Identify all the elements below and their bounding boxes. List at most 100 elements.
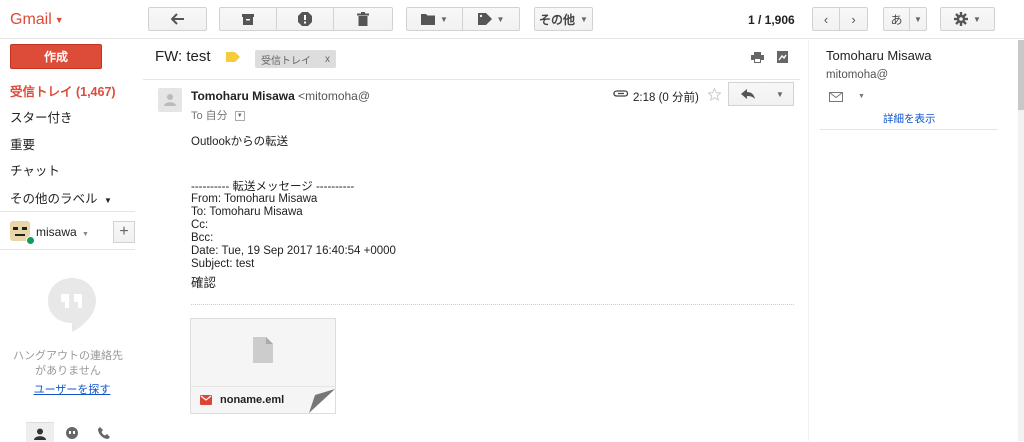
label-chip-inbox: 受信トレイ x [255,50,336,68]
account-menu[interactable]: misawa ▼ [36,225,89,239]
divider [0,249,135,250]
sidebar-item-starred[interactable]: スター付き [10,107,73,126]
forward-subject: Subject: test [191,258,255,270]
plus-icon: + [119,223,129,240]
forward-to: To: Tomoharu Misawa [191,206,303,218]
input-tools-button[interactable]: あ [883,7,910,31]
sender-name: Tomoharu Misawa [191,89,295,103]
quote-bubble-icon [66,427,78,439]
forward-bcc: Bcc: [191,232,214,244]
pager-count: 1 / 1,906 [748,13,795,27]
star-icon[interactable] [708,88,721,101]
attachment-name: noname.eml [220,394,285,406]
attachment-clip-icon [613,90,629,97]
input-tools-label: あ [890,12,903,27]
top-toolbar: Gmail ▼ ▼ ▼ その他 ▼ 1 / 1,906 ‹ › あ ▼ ▼ [0,0,1024,39]
more-button[interactable]: その他 ▼ [534,7,593,31]
newer-button[interactable]: ‹ [812,7,840,31]
label-chip-text: 受信トレイ [261,55,311,67]
tab-hangouts[interactable] [58,422,86,441]
forward-header: ---------- 転送メッセージ ---------- [191,181,355,193]
back-button[interactable] [148,7,207,31]
labels-button[interactable]: ▼ [463,7,520,31]
avatar-mouth [15,234,25,236]
report-spam-icon [298,12,312,26]
older-button[interactable]: › [840,7,868,31]
body-text: 確認 [191,276,217,290]
move-to-button[interactable]: ▼ [406,7,463,31]
chevron-down-icon: ▼ [914,14,922,24]
account-name: misawa [36,225,77,239]
chevron-down-icon: ▼ [82,231,89,238]
divider [0,211,135,212]
gear-icon [954,12,969,26]
reply-button[interactable] [728,82,768,106]
sender-avatar[interactable] [158,88,182,112]
chevron-down-icon: ▼ [54,14,64,25]
chevron-down-icon: ▼ [104,196,112,205]
tab-contacts[interactable] [26,422,54,442]
file-icon [253,337,273,363]
recipients-line[interactable]: To 自分 ▼ [191,107,245,123]
scrollbar-thumb[interactable] [1018,40,1024,110]
person-icon [164,94,176,106]
folder-icon [421,14,436,25]
tab-phone[interactable] [90,422,118,441]
show-details-link[interactable]: 詳細を表示 [883,111,936,126]
online-status-icon [26,236,35,245]
show-details-icon[interactable]: ▼ [234,111,245,122]
new-window-icon[interactable] [777,51,788,63]
chevron-down-icon: ▼ [440,14,448,24]
compose-label: 作成 [43,50,68,64]
scrollbar[interactable] [1018,40,1024,441]
phone-icon [98,427,110,439]
print-icon[interactable] [751,52,764,63]
attachments-divider [191,304,794,305]
divider [143,79,800,80]
arrow-back-icon [170,13,184,25]
sender-line[interactable]: Tomoharu Misawa <mitomoha@ [191,89,370,103]
label-icon [477,13,492,25]
sidebar-item-label: その他のラベル [10,192,98,206]
input-tools-menu-button[interactable]: ▼ [910,7,927,31]
gmail-menu[interactable]: Gmail ▼ [10,11,64,29]
chevron-down-icon: ▼ [580,14,588,24]
sidebar-item-inbox[interactable]: 受信トレイ (1,467) [10,81,116,100]
attachment-card[interactable]: noname.eml [190,318,336,414]
person-icon [34,428,46,440]
forward-from: From: Tomoharu Misawa [191,193,318,205]
delete-button[interactable] [334,7,393,31]
email-file-icon [200,395,212,405]
forward-date: Date: Tue, 19 Sep 2017 16:40:54 +0000 [191,245,396,257]
forward-cc: Cc: [191,219,209,231]
sidebar-item-important[interactable]: 重要 [10,134,35,153]
sender-email: <mitomoha@ [298,89,371,103]
archive-icon [242,13,254,25]
message-time: 2:18 (0 分前) [633,92,699,104]
find-people-link[interactable]: ユーザーを探す [8,381,136,397]
contact-name: Tomoharu Misawa [826,48,932,63]
remove-label-button[interactable]: x [325,54,330,65]
body-intro: Outlookからの転送 [191,136,289,148]
chevron-down-icon: ▼ [973,14,981,24]
chevron-down-icon: ▼ [496,14,505,24]
contact-email: mitomoha@ [826,69,889,81]
trash-icon [357,12,369,26]
settings-button[interactable]: ▼ [940,7,995,31]
page-curl-icon [309,389,335,413]
panel-divider [808,38,809,441]
archive-button[interactable] [219,7,277,31]
chevron-right-icon: › [851,11,856,27]
sidebar-item-chats[interactable]: チャット [10,160,60,179]
chevron-down-icon: ▼ [776,89,784,99]
important-marker-icon[interactable] [226,52,240,62]
reply-icon [741,89,755,99]
app-name: Gmail [10,11,52,28]
report-spam-button[interactable] [277,7,334,31]
compose-button[interactable]: 作成 [10,44,102,69]
more-actions-button[interactable]: ▼ [767,82,794,106]
chevron-down-icon[interactable]: ▼ [858,93,865,100]
new-hangout-button[interactable]: + [113,221,135,243]
mail-icon[interactable] [829,92,843,102]
sidebar-item-more-labels[interactable]: その他のラベル ▼ [10,188,112,207]
